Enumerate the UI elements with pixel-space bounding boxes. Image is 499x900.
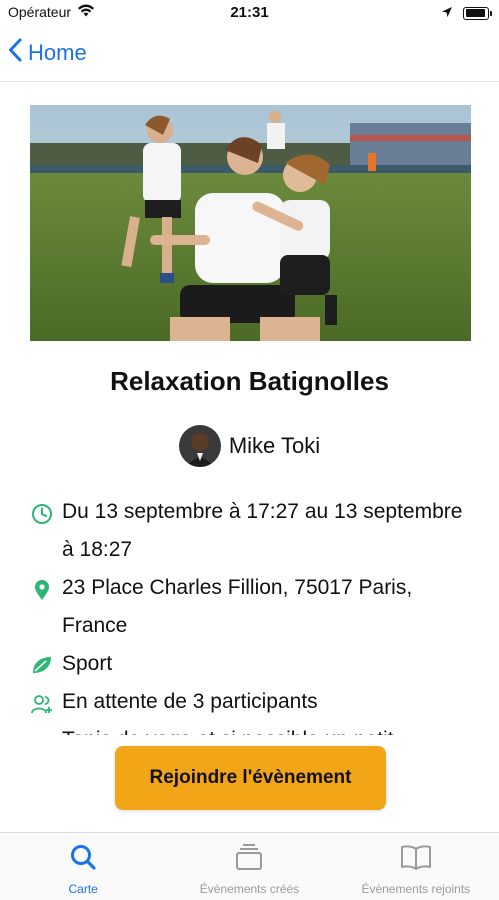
leaf-icon (30, 645, 54, 675)
info-row-date: Du 13 septembre à 17:27 au 13 septembre … (30, 493, 470, 569)
description-icon (30, 721, 54, 731)
event-detail-scroll[interactable]: Relaxation Batignolles Mike Toki Du 13 s… (0, 83, 499, 735)
avatar (178, 425, 221, 467)
battery-level (465, 9, 486, 17)
organizer[interactable]: Mike Toki (0, 425, 499, 467)
tab-carte[interactable]: Carte (0, 833, 166, 900)
tab-label-carte: Carte (68, 882, 98, 896)
stack-icon (234, 843, 264, 876)
back-label: Home (28, 40, 87, 65)
chevron-left-icon (8, 38, 22, 68)
tab-label-joined: Évènements rejoints (361, 882, 471, 896)
status-bar: Opérateur 21:31 (0, 0, 499, 26)
event-participants: En attente de 3 participants (62, 690, 318, 713)
join-event-button[interactable]: Rejoindre l'évènement (115, 746, 386, 810)
event-photo (30, 105, 471, 341)
users-icon (30, 683, 54, 715)
location-pin-icon (30, 569, 54, 601)
event-address[interactable]: 23 Place Charles Fillion, 75017 Paris, F… (62, 569, 470, 645)
status-time: 21:31 (230, 4, 269, 21)
event-category: Sport (62, 652, 113, 675)
status-right (441, 5, 492, 21)
search-icon (69, 843, 97, 876)
tab-label-created: Évènements créés (199, 882, 300, 896)
tab-bar: Carte Évènements créés Évènements rejoin… (0, 832, 499, 900)
event-info-list: Du 13 septembre à 17:27 au 13 septembre … (30, 493, 470, 735)
book-icon (400, 843, 432, 876)
info-row-category: Sport (30, 645, 470, 683)
event-date: Du 13 septembre à 17:27 au 13 septembre … (62, 500, 463, 561)
event-title: Relaxation Batignolles (110, 366, 389, 396)
info-row-description: Tapis de yoga et si possible un petit (30, 721, 470, 735)
info-row-address: 23 Place Charles Fillion, 75017 Paris, F… (30, 569, 470, 645)
battery-icon (463, 6, 492, 20)
tab-joined-events[interactable]: Évènements rejoints (333, 833, 499, 900)
info-row-participants: En attente de 3 participants (30, 683, 470, 721)
tab-created-events[interactable]: Évènements créés (166, 833, 332, 900)
event-description: Tapis de yoga et si possible un petit (62, 721, 394, 735)
navigation-bar: Home (0, 28, 499, 82)
organizer-name: Mike Toki (228, 433, 321, 458)
back-button[interactable]: Home (8, 38, 87, 68)
clock-icon (30, 493, 54, 525)
location-arrow-icon (441, 5, 453, 21)
